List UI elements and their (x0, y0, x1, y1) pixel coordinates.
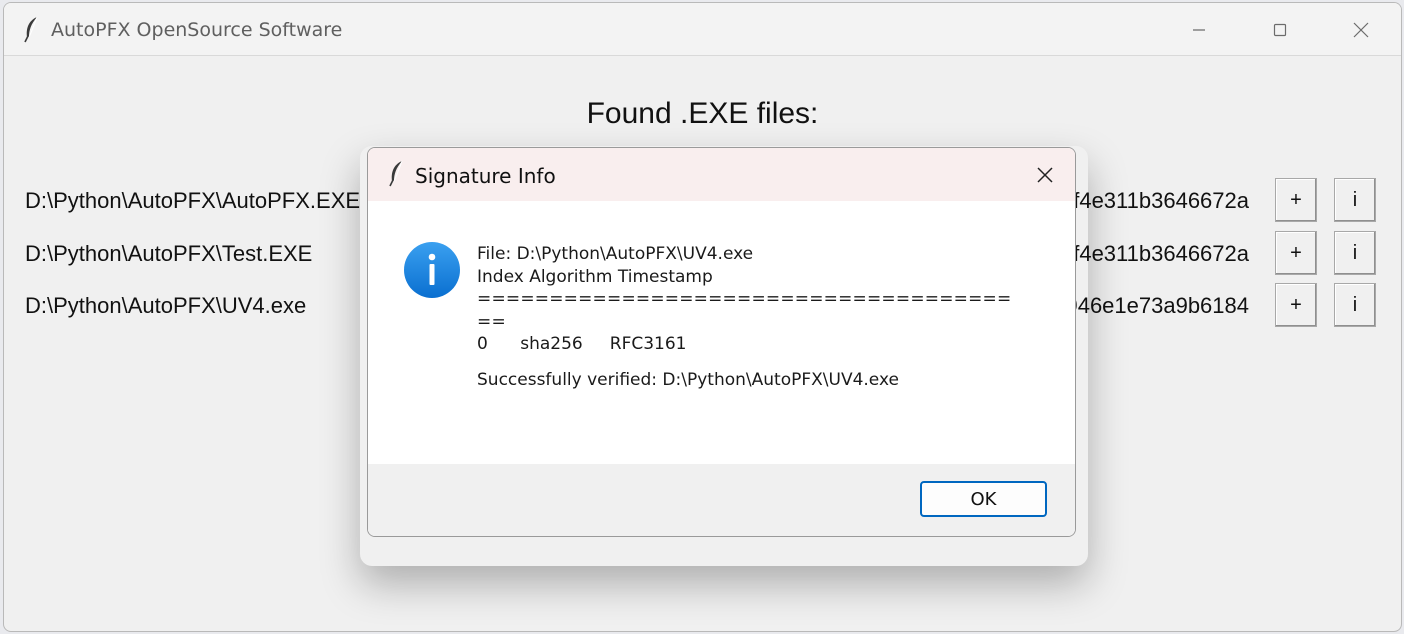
dialog-close-button[interactable] (1015, 148, 1075, 201)
message-spacer (477, 356, 1037, 369)
minimize-button[interactable] (1159, 3, 1239, 56)
close-button[interactable] (1321, 3, 1401, 56)
feather-icon (24, 16, 38, 43)
file-hash: 946e1e73a9b6184 (1065, 293, 1249, 318)
file-path: D:\Python\AutoPFX\AutoPFX.EXE (25, 188, 361, 213)
dialog-body: File: D:\Python\AutoPFX\UV4.exe Index Al… (368, 201, 1075, 464)
signature-info-dialog: Signature Info File: D:\Python\AutoPFX\U… (367, 147, 1076, 537)
info-button[interactable]: i (1334, 283, 1376, 327)
file-hash: f4e311b3646672a (1073, 241, 1249, 266)
add-button[interactable]: + (1275, 231, 1317, 275)
close-icon (1353, 22, 1369, 37)
info-button[interactable]: i (1334, 178, 1376, 222)
message-file-line: File: D:\Python\AutoPFX\UV4.exe (477, 244, 754, 264)
message-result-line: Successfully verified: D:\Python\AutoPFX… (477, 369, 899, 390)
dialog-title: Signature Info (415, 164, 556, 188)
dialog-footer: OK (368, 464, 1075, 536)
file-path: D:\Python\AutoPFX\Test.EXE (25, 241, 313, 266)
info-icon (404, 242, 460, 298)
dialog-title-bar[interactable]: Signature Info (368, 148, 1075, 201)
message-signature-line: 0 sha256 RFC3161 (477, 334, 687, 354)
add-button[interactable]: + (1275, 178, 1317, 222)
dialog-message: File: D:\Python\AutoPFX\UV4.exe Index Al… (477, 243, 1037, 391)
maximize-icon (1273, 23, 1287, 36)
minimize-icon (1193, 28, 1205, 31)
add-button[interactable]: + (1275, 283, 1317, 327)
feather-icon (389, 160, 403, 187)
ok-button[interactable]: OK (920, 481, 1047, 517)
info-button[interactable]: i (1334, 231, 1376, 275)
file-hash: f4e311b3646672a (1073, 188, 1249, 213)
message-header-line: Index Algorithm Timestamp (477, 266, 713, 287)
file-path: D:\Python\AutoPFX\UV4.exe (25, 293, 307, 318)
message-separator: ======================================= (477, 289, 1012, 332)
close-icon (1037, 166, 1053, 183)
maximize-button[interactable] (1240, 3, 1320, 56)
window-title: AutoPFX OpenSource Software (51, 19, 343, 41)
title-bar[interactable]: AutoPFX OpenSource Software (4, 3, 1401, 56)
found-files-heading: Found .EXE files: (586, 97, 819, 130)
